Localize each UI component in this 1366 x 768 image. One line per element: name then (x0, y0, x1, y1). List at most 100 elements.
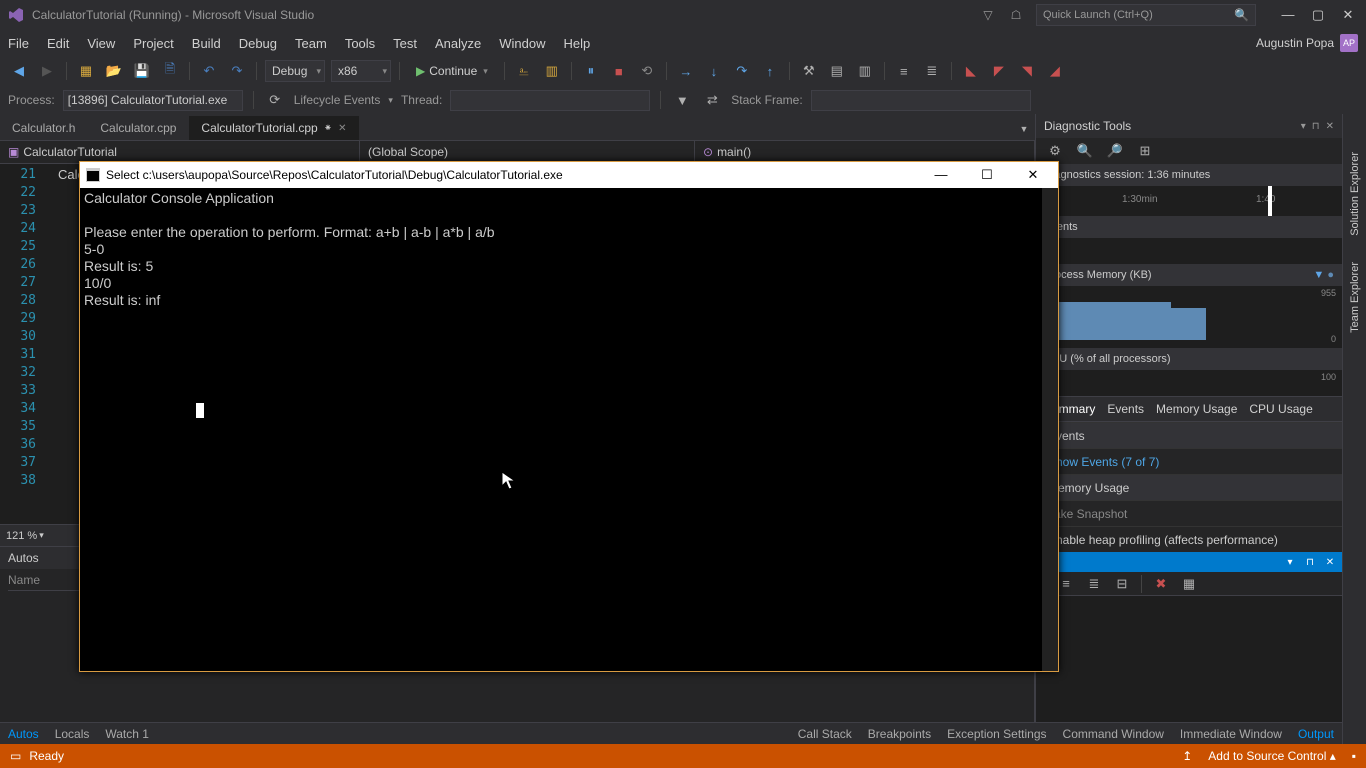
console-titlebar[interactable]: Select c:\users\aupopa\Source\Repos\Calc… (80, 162, 1058, 188)
close-button[interactable]: ✕ (1338, 7, 1358, 23)
source-control-button[interactable]: Add to Source Control ▴ (1208, 749, 1335, 763)
bb-close-icon[interactable]: ✕ (1324, 556, 1336, 568)
out-icon-5[interactable]: ▦ (1178, 573, 1200, 595)
indent-left-icon[interactable]: ≡ (893, 60, 915, 82)
close-tab-icon[interactable]: ✕ (338, 123, 346, 134)
nav-member[interactable]: ⊙ main() (695, 141, 1035, 163)
bottom-tab-command-window[interactable]: Command Window (1063, 727, 1164, 741)
pause-icon[interactable]: ⏸ (580, 60, 602, 82)
open-icon[interactable]: 📂 (103, 60, 125, 82)
menu-tools[interactable]: Tools (345, 36, 375, 51)
dropdown-icon[interactable]: ▾ (1301, 121, 1306, 132)
bottom-tab-output[interactable]: Output (1298, 727, 1334, 741)
console-maximize-button[interactable]: ☐ (972, 167, 1002, 183)
stop-debug-icon[interactable]: ■ (608, 60, 630, 82)
bb-pin-icon[interactable]: ⊓ (1304, 556, 1316, 568)
step-out-icon[interactable]: ↑ (759, 60, 781, 82)
lifecycle-icon[interactable]: ⟳ (264, 89, 286, 111)
save-all-icon[interactable]: 🗎 (159, 60, 181, 82)
filter-icon[interactable]: ▼ (671, 89, 693, 111)
publish-icon[interactable]: ↥ (1182, 749, 1192, 763)
bottom-tab-autos[interactable]: Autos (8, 727, 39, 741)
bookmark-icon[interactable]: ◣ (960, 60, 982, 82)
diag-settings-icon[interactable]: ⚙ (1044, 140, 1066, 162)
stackframe-select[interactable] (811, 90, 1031, 111)
menu-test[interactable]: Test (393, 36, 417, 51)
nav-back-icon[interactable]: ◀ (8, 60, 30, 82)
menu-window[interactable]: Window (499, 36, 545, 51)
menu-file[interactable]: File (8, 36, 29, 51)
restart-icon[interactable]: ⟲ (636, 60, 658, 82)
bottom-tab-immediate-window[interactable]: Immediate Window (1180, 727, 1282, 741)
pin-icon[interactable]: ⊓ (1312, 121, 1320, 132)
menu-view[interactable]: View (87, 36, 115, 51)
diag-tab-memory-usage[interactable]: Memory Usage (1156, 402, 1237, 416)
out-icon-4[interactable]: ✖ (1150, 573, 1172, 595)
show-events-link[interactable]: Show Events (7 of 7) (1048, 455, 1159, 469)
nav-project[interactable]: ▣ CalculatorTutorial (0, 141, 360, 163)
minimize-button[interactable]: — (1278, 7, 1298, 23)
diag-tab-events[interactable]: Events (1107, 402, 1144, 416)
tab-calculator-cpp[interactable]: Calculator.cpp (88, 116, 189, 140)
bb-dropdown-icon[interactable]: ▾ (1284, 556, 1296, 568)
menu-team[interactable]: Team (295, 36, 327, 51)
config-select[interactable]: Debug (265, 60, 325, 82)
side-tab-solution-explorer[interactable]: Solution Explorer (1347, 144, 1363, 244)
feedback-icon[interactable]: ☖ (1008, 7, 1024, 23)
diag-zoom-out-icon[interactable]: 🔎 (1104, 140, 1126, 162)
step-next-icon[interactable]: → (675, 60, 697, 82)
out-icon-2[interactable]: ≣ (1083, 573, 1105, 595)
user-avatar[interactable]: AP (1340, 34, 1358, 52)
menu-project[interactable]: Project (133, 36, 173, 51)
bookmark-clear-icon[interactable]: ◢ (1044, 60, 1066, 82)
tabs-dropdown-icon[interactable]: ▼ (1013, 118, 1035, 140)
mem-pause-icon[interactable]: ▼ (1313, 269, 1324, 281)
stop-icon2[interactable]: ▥ (541, 60, 563, 82)
bottom-tab-locals[interactable]: Locals (55, 727, 90, 741)
out-icon-3[interactable]: ⊟ (1111, 573, 1133, 595)
user-name[interactable]: Augustin Popa (1256, 36, 1334, 50)
console-close-button[interactable]: ✕ (1018, 167, 1048, 183)
enable-heap-link[interactable]: Enable heap profiling (affects performan… (1048, 533, 1278, 547)
take-snapshot-link[interactable]: Take Snapshot (1048, 507, 1127, 521)
quick-launch-input[interactable]: Quick Launch (Ctrl+Q) 🔍 (1036, 4, 1256, 26)
maximize-button[interactable]: ▢ (1308, 7, 1328, 23)
break-all-icon[interactable]: ⎁ (513, 60, 535, 82)
step-over-icon[interactable]: ↷ (731, 60, 753, 82)
zoom-display[interactable]: 121 % (6, 530, 37, 542)
diag-tab-cpu-usage[interactable]: CPU Usage (1249, 402, 1312, 416)
bottom-tab-breakpoints[interactable]: Breakpoints (868, 727, 931, 741)
tool-icon-3[interactable]: ▥ (854, 60, 876, 82)
console-scrollbar[interactable] (1042, 188, 1058, 671)
indent-right-icon[interactable]: ≣ (921, 60, 943, 82)
notification-icon[interactable]: ▽ (980, 7, 996, 23)
tab-calculator-h[interactable]: Calculator.h (0, 116, 88, 140)
menu-analyze[interactable]: Analyze (435, 36, 481, 51)
console-minimize-button[interactable]: — (926, 167, 956, 183)
platform-select[interactable]: x86 (331, 60, 391, 82)
bottom-tab-exception-settings[interactable]: Exception Settings (947, 727, 1046, 741)
close-panel-icon[interactable]: ✕ (1326, 121, 1334, 132)
tool-icon-1[interactable]: ⚒ (798, 60, 820, 82)
diag-zoom-in-icon[interactable]: 🔍 (1074, 140, 1096, 162)
step-into-icon[interactable]: ↓ (703, 60, 725, 82)
side-tab-team-explorer[interactable]: Team Explorer (1347, 254, 1363, 341)
bookmark-prev-icon[interactable]: ◥ (1016, 60, 1038, 82)
save-icon[interactable]: 💾 (131, 60, 153, 82)
undo-icon[interactable]: ↶ (198, 60, 220, 82)
menu-debug[interactable]: Debug (239, 36, 277, 51)
console-output[interactable]: Calculator Console Application Please en… (80, 188, 1058, 671)
tab-calculatortutorial-cpp[interactable]: CalculatorTutorial.cpp⁕✕ (189, 116, 359, 140)
menu-build[interactable]: Build (192, 36, 221, 51)
bottom-tab-watch-1[interactable]: Watch 1 (105, 727, 149, 741)
diag-reset-icon[interactable]: ⊞ (1134, 140, 1156, 162)
bookmark-next-icon[interactable]: ◤ (988, 60, 1010, 82)
tool-icon-2[interactable]: ▤ (826, 60, 848, 82)
thread-select[interactable] (450, 90, 650, 111)
menu-help[interactable]: Help (564, 36, 591, 51)
new-project-icon[interactable]: ▦ (75, 60, 97, 82)
menu-edit[interactable]: Edit (47, 36, 69, 51)
nav-scope[interactable]: (Global Scope) (360, 141, 695, 163)
process-select[interactable]: [13896] CalculatorTutorial.exe (63, 90, 243, 111)
redo-icon[interactable]: ↷ (226, 60, 248, 82)
